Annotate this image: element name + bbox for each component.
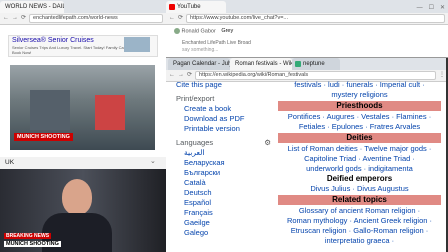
page-favicon-icon — [295, 61, 301, 67]
cite-link[interactable]: Cite this page — [176, 80, 271, 90]
live-video-panel: UK ⌄ BREAKING NEWS MUNICH SHOOTING — [0, 157, 166, 252]
wiki-tab-bar: Pagan Calendar - July Roman festivals - … — [166, 58, 448, 70]
news-video-thumbnail[interactable]: MUNICH SHOOTING — [10, 65, 155, 150]
deities-header: Deities — [278, 133, 441, 143]
priesthoods-links[interactable]: Fetiales · Epulones · Fratres Arvales — [278, 122, 441, 132]
tab-youtube[interactable]: YouTube — [166, 1, 226, 13]
munich-shooting-caption: MUNICH SHOOTING — [4, 241, 61, 247]
presenter-face — [62, 179, 92, 215]
tab-pagan-calendar[interactable]: Pagan Calendar - July — [168, 58, 230, 70]
chat-text: Grey — [221, 28, 234, 35]
close-icon[interactable]: ✕ — [437, 4, 448, 13]
printable-link[interactable]: Printable version — [184, 124, 271, 134]
url-field[interactable]: enchantedlifepath.com/world-news — [29, 14, 163, 23]
forward-arrow-icon[interactable]: → — [178, 71, 184, 80]
street-scene — [30, 90, 70, 130]
deities-links[interactable]: Capitoline Triad · Aventine Triad · — [278, 154, 441, 164]
lang-belarusian[interactable]: Беларуская — [184, 158, 271, 168]
download-pdf-link[interactable]: Download as PDF — [184, 114, 271, 124]
lang-galician[interactable]: Galego — [184, 228, 271, 238]
avatar — [174, 28, 180, 34]
print-export-header: Print/export — [176, 94, 215, 103]
youtube-window: YouTube — ☐ ✕ ← ⟳ https://www.youtube.co… — [166, 0, 448, 58]
related-topics-links[interactable]: Glossary of ancient Roman religion · — [278, 206, 441, 216]
wiki-sidebar: Cite this page Print/export Create a boo… — [176, 80, 271, 238]
ad-image[interactable] — [124, 37, 150, 52]
live-news-video[interactable]: BREAKING NEWS MUNICH SHOOTING — [0, 169, 166, 252]
back-arrow-icon[interactable]: ← — [3, 14, 9, 23]
related-topics-links[interactable]: Roman mythology · Ancient Greek religion… — [278, 216, 441, 226]
reload-icon[interactable]: ⟳ — [178, 14, 183, 23]
left-browser-window: WORLD NEWS - DAILY... ← → ⟳ enchantedlif… — [0, 0, 166, 157]
vehicle — [95, 95, 125, 130]
languages-header: Languages ⚙ — [176, 138, 271, 148]
chat-author: Ronald Gabor — [181, 28, 216, 35]
menu-icon[interactable]: ⋮ — [439, 71, 445, 80]
lang-irish[interactable]: Gaeilge — [184, 218, 271, 228]
lang-catalan[interactable]: Català — [184, 178, 271, 188]
chat-channel: Enchanted LifePath Live Broad — [182, 40, 251, 46]
lang-german[interactable]: Deutsch — [184, 188, 271, 198]
region-label: UK — [5, 159, 15, 166]
back-arrow-icon[interactable]: ← — [169, 71, 175, 80]
deified-emperors-links[interactable]: Divus Julius · Divus Augustus — [278, 184, 441, 194]
youtube-favicon-icon — [169, 4, 175, 10]
wiki-url-field[interactable]: https://en.wikipedia.org/wiki/Roman_fest… — [195, 71, 436, 80]
minimize-icon[interactable]: — — [414, 4, 426, 13]
yt-address-bar: ← ⟳ https://www.youtube.com/live_chat?v=… — [166, 13, 448, 25]
address-bar: ← → ⟳ enchantedlifepath.com/world-news — [0, 13, 166, 25]
related-topics-links[interactable]: Etruscan religion · Gallo-Roman religion… — [278, 226, 441, 236]
wikipedia-window: Pagan Calendar - July Roman festivals - … — [166, 57, 448, 252]
navbox-links[interactable]: mystery religions — [278, 90, 441, 100]
chat-message: Ronald Gabor Grey — [174, 28, 233, 34]
deities-links[interactable]: List of Roman deities · Twelve major god… — [278, 144, 441, 154]
deified-emperors-header: Deified emperors — [326, 174, 393, 183]
tab-world-news[interactable]: WORLD NEWS - DAILY... — [0, 1, 64, 13]
yt-tab-bar: YouTube — ☐ ✕ — [166, 0, 448, 13]
religion-navbox: festivals · ludi · funerals · Imperial c… — [278, 80, 441, 246]
related-topics-header: Related topics — [278, 195, 441, 205]
forward-arrow-icon[interactable]: → — [12, 14, 18, 23]
lang-french[interactable]: Français — [184, 208, 271, 218]
deities-links[interactable]: underworld gods · indigitamenta — [278, 164, 441, 174]
lang-spanish[interactable]: Español — [184, 198, 271, 208]
gear-icon[interactable]: ⚙ — [264, 138, 271, 148]
create-book-link[interactable]: Create a book — [184, 104, 271, 114]
priesthoods-links[interactable]: Pontifices · Augures · Vestales · Flamin… — [278, 112, 441, 122]
navbox-links[interactable]: festivals · ludi · funerals · Imperial c… — [278, 80, 441, 90]
breaking-banner: MUNICH SHOOTING — [14, 133, 73, 141]
breaking-news-tag: BREAKING NEWS — [4, 233, 52, 239]
tab-bar: WORLD NEWS - DAILY... — [0, 0, 166, 13]
chevron-down-icon[interactable]: ⌄ — [150, 157, 156, 166]
back-arrow-icon[interactable]: ← — [169, 14, 175, 23]
tab-roman-festivals[interactable]: Roman festivals - Wikip — [230, 58, 292, 70]
reload-icon[interactable]: ⟳ — [187, 71, 192, 80]
maximize-icon[interactable]: ☐ — [426, 4, 437, 13]
priesthoods-header: Priesthoods — [278, 101, 441, 111]
reload-icon[interactable]: ⟳ — [21, 14, 26, 23]
lang-arabic[interactable]: العربية — [184, 148, 271, 158]
lang-bulgarian[interactable]: Български — [184, 168, 271, 178]
tab-neptune[interactable]: neptune — [292, 58, 340, 70]
related-topics-links[interactable]: interpretatio graeca · — [278, 236, 441, 246]
chat-input[interactable]: say something... — [182, 47, 218, 53]
yt-url-field[interactable]: https://www.youtube.com/live_chat?v=... — [186, 14, 445, 23]
